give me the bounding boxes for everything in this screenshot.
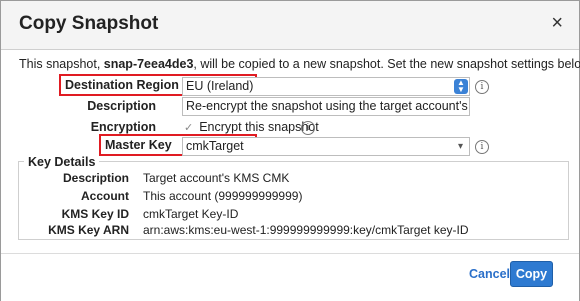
cancel-button[interactable]: Cancel [469, 267, 510, 281]
kd-key-id-label: KMS Key ID [61, 207, 129, 221]
copy-snapshot-dialog: Copy Snapshot × This snapshot, snap-7eea… [0, 0, 580, 301]
key-details-legend: Key Details [24, 155, 100, 169]
chevron-updown-icon: ▲ ▼ [454, 79, 468, 94]
check-icon: ✓ [184, 122, 194, 134]
encryption-label: Encryption [90, 120, 156, 134]
info-icon[interactable]: i [301, 121, 315, 135]
description-label: Description [87, 99, 156, 113]
info-icon[interactable]: i [475, 140, 489, 154]
kd-account-label: Account [81, 189, 129, 203]
kd-key-arn-label: KMS Key ARN [48, 223, 129, 237]
destination-region-value: EU (Ireland) [186, 79, 254, 93]
destination-region-label: Destination Region [65, 78, 179, 92]
dialog-header: Copy Snapshot × [1, 1, 579, 50]
intro-suffix: , will be copied to a new snapshot. Set … [193, 57, 580, 71]
master-key-select[interactable]: cmkTarget ▾ [182, 137, 470, 156]
encrypt-checkbox[interactable]: ✓ Encrypt this snapshot [184, 120, 319, 134]
close-icon[interactable]: × [551, 12, 563, 34]
chevron-down-icon: ▾ [457, 141, 463, 152]
dialog-title: Copy Snapshot [19, 13, 159, 34]
master-key-value: cmkTarget [186, 139, 244, 153]
snapshot-id: snap-7eea4de3 [103, 57, 194, 71]
description-input[interactable]: Re-encrypt the snapshot using the target… [182, 97, 470, 116]
kd-account-value: This account (999999999999) [143, 189, 303, 203]
intro-text: This snapshot, snap-7eea4de3, will be co… [19, 57, 580, 71]
intro-prefix: This snapshot, [19, 57, 104, 71]
kd-key-id-value: cmkTarget Key-ID [143, 207, 239, 221]
info-icon[interactable]: i [475, 80, 489, 94]
copy-button[interactable]: Copy [510, 261, 553, 287]
kd-key-arn-value: arn:aws:kms:eu-west-1:999999999999:key/c… [143, 223, 469, 237]
destination-region-select[interactable]: EU (Ireland) ▲ ▼ [182, 77, 470, 96]
master-key-label: Master Key [105, 138, 172, 152]
kd-description-value: Target account's KMS CMK [143, 171, 290, 185]
kd-description-label: Description [62, 171, 129, 185]
